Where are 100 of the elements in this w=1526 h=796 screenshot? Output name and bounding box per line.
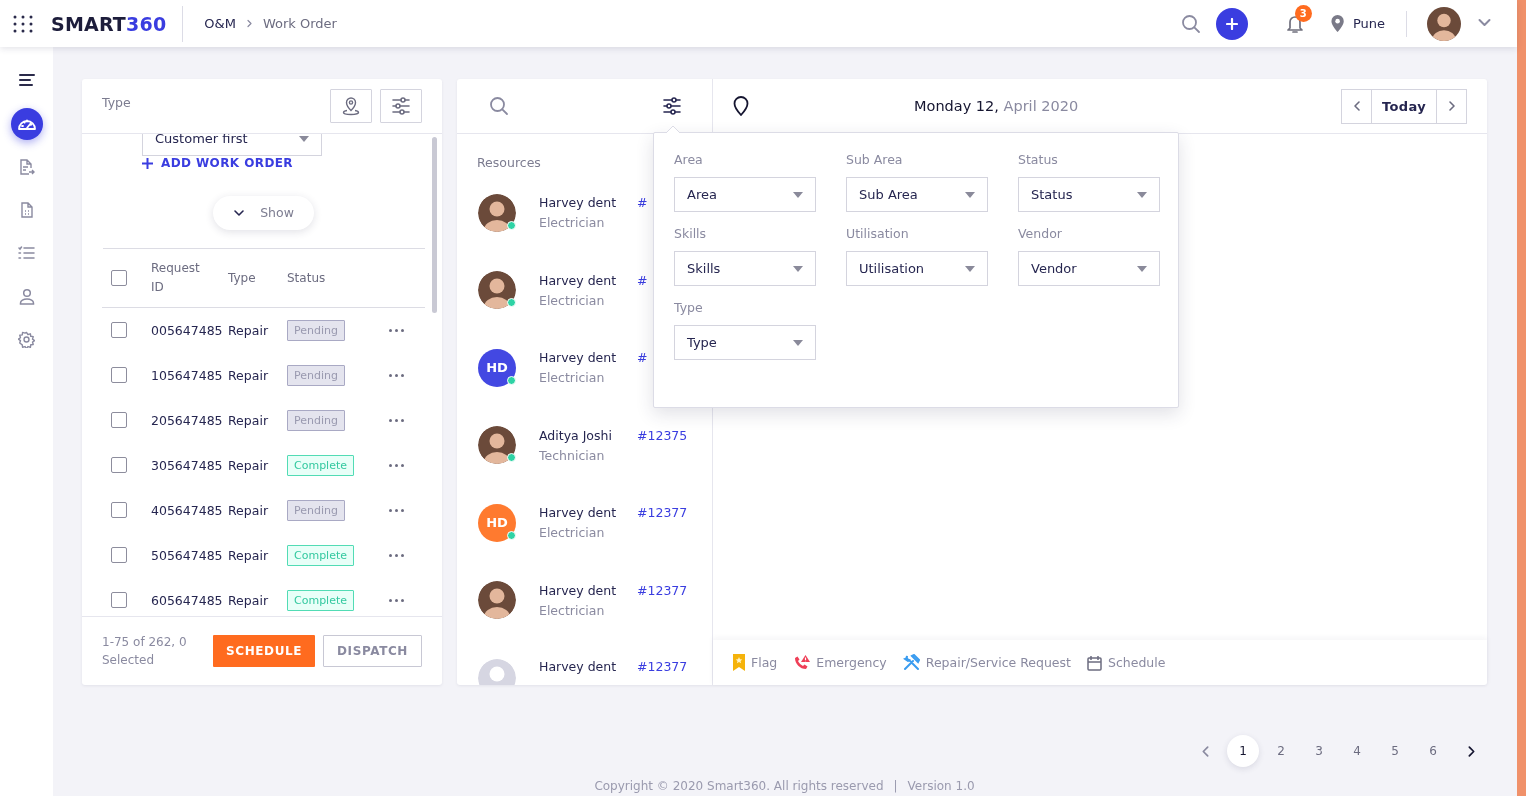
phone-alert-icon [793,654,811,671]
table-cell-text: 405647485 [151,502,224,518]
scrollbar[interactable] [432,137,437,313]
location-label[interactable]: Pune [1352,16,1385,31]
page-button[interactable]: 3 [1303,735,1335,767]
page-button[interactable]: 5 [1379,735,1411,767]
resource-name: Harvey dent [539,505,617,521]
dropdown[interactable]: Customer first [142,134,322,156]
add-button[interactable] [1215,7,1248,40]
version-text: Version 1.0 [907,779,975,793]
column-header: Request ID [151,259,201,296]
dropdown[interactable]: Sub Area [846,177,988,212]
checkbox[interactable] [111,322,127,338]
checklist-icon [18,246,35,260]
page-button[interactable]: 2 [1265,735,1297,767]
resource-id-link[interactable]: #12377 [637,658,688,674]
table-cell-text: 305647485 [151,457,224,473]
resource-id-link[interactable]: #12377 [637,505,688,521]
show-button[interactable]: Show [213,195,314,230]
status-tag: Pending [287,499,345,521]
dropdown[interactable]: Area [674,177,816,212]
checkbox[interactable] [111,367,127,383]
menu-icon[interactable] [18,73,35,87]
avatar-icon [478,581,516,620]
resource-id-link[interactable]: # [637,195,648,211]
resource-role: Electrician [539,370,605,386]
avatar-icon [478,271,516,310]
filter-icon[interactable] [662,97,682,115]
caret-icon [793,265,803,272]
table-cell-text: Repair [228,502,270,518]
resource-name: Harvey dent [539,658,617,674]
plus-icon [142,157,153,169]
caret-icon [1137,265,1147,272]
field-label: Skills [674,226,708,241]
avatar: HD [478,503,516,542]
sidebar-item[interactable] [10,108,43,140]
apps-grid-icon[interactable] [13,14,33,33]
table-cell-text: 005647485 [151,322,224,338]
calendar-date: Monday 12, April 2020 [914,98,1080,114]
dropdown[interactable]: Utilisation [846,251,988,286]
checkbox[interactable] [111,502,127,518]
copyright-text: Copyright © 2020 Smart360. All rights reserved [594,779,884,793]
breadcrumb-current: Work Order [262,16,337,31]
selection-summary: 1-75 of 262, 0 Selected [102,634,188,669]
flag-icon [733,654,745,671]
resource-id-link[interactable]: #12375 [637,427,688,443]
add-work-order-link[interactable]: ADD WORK ORDER [142,156,293,170]
field-label: Utilisation [846,226,910,241]
resource-name: Harvey dent [539,195,617,211]
notification-badge: 3 [1294,4,1312,22]
location-pin-icon[interactable] [733,96,749,116]
search-icon[interactable] [1180,13,1201,34]
filter-button[interactable] [380,89,422,123]
field-label: Type [674,300,704,315]
dropdown[interactable]: Type [674,325,816,360]
page-button[interactable]: 6 [1417,735,1449,767]
user-avatar-icon[interactable] [1427,6,1461,41]
resource-id-link[interactable]: # [637,350,648,366]
status-tag: Complete [287,454,354,476]
caret-icon [793,191,803,198]
page-button[interactable]: 1 [1227,735,1259,767]
resource-name: Harvey dent [539,350,617,366]
map-pin-button[interactable] [330,89,372,123]
dropdown[interactable]: Status [1018,177,1160,212]
settings-icon [18,330,35,348]
page-button[interactable]: 4 [1341,735,1373,767]
legend-label: Repair/Service Request [925,655,1071,670]
field-label: Type [102,95,132,110]
checkbox[interactable] [111,592,127,608]
table-cell-text: 605647485 [151,592,224,608]
dropdown[interactable]: Skills [674,251,816,286]
checkbox[interactable] [111,412,127,428]
section-title: Resources [477,155,541,170]
chevron-right-icon [244,18,254,28]
breadcrumb-link[interactable]: O&M [204,16,236,31]
resource-id-link[interactable]: #12377 [637,582,688,598]
resource-role: Electrician [539,215,605,231]
avatar-icon [478,193,516,232]
user-icon [18,287,35,305]
document-arrow-icon [18,158,35,176]
table-cell-text: 505647485 [151,547,224,563]
field-label: Status [1018,152,1059,167]
resource-id-link[interactable]: # [637,272,648,288]
legend-label: Flag [751,655,778,670]
table-cell-text: Repair [228,547,270,563]
today-button[interactable]: Today [1371,89,1437,123]
search-icon[interactable] [489,96,509,116]
column-header: Type [228,270,257,285]
avatar: HD [478,348,516,387]
caret-icon [793,339,803,346]
checkbox[interactable] [111,547,127,563]
resource-role: Electrician [539,602,605,618]
checkbox[interactable] [111,457,127,473]
table-cell-text: Repair [228,592,270,608]
table-cell-text: 105647485 [151,367,224,383]
filter-icon [391,97,411,115]
dropdown[interactable]: Vendor [1018,251,1160,286]
caret-icon [1137,191,1147,198]
column-header: Status [287,270,327,285]
checkbox[interactable] [111,269,127,286]
